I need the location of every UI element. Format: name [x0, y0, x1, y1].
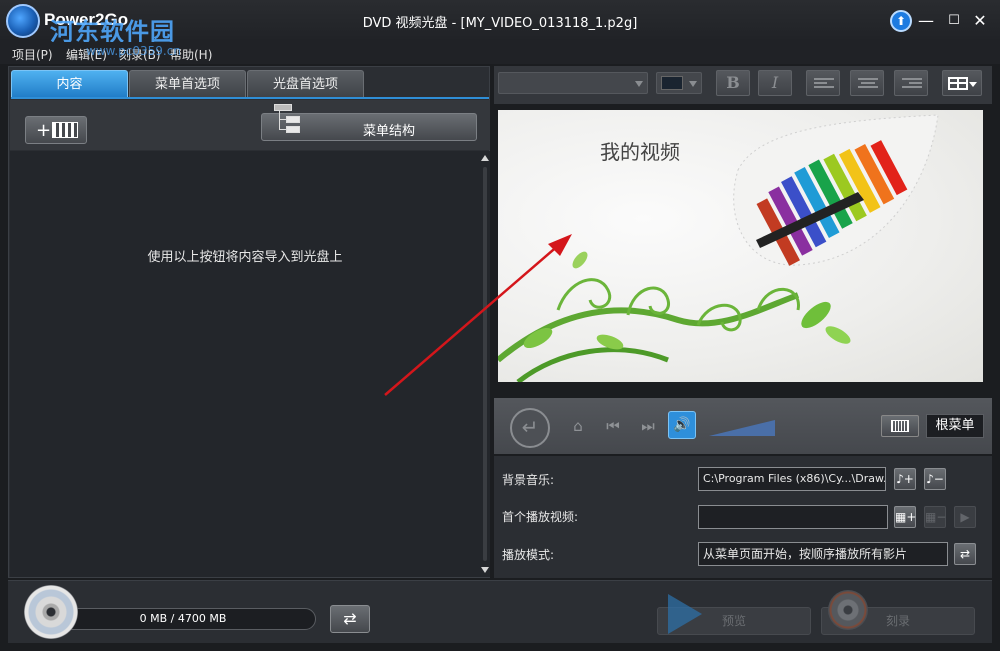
- annotation-arrow: [384, 234, 572, 396]
